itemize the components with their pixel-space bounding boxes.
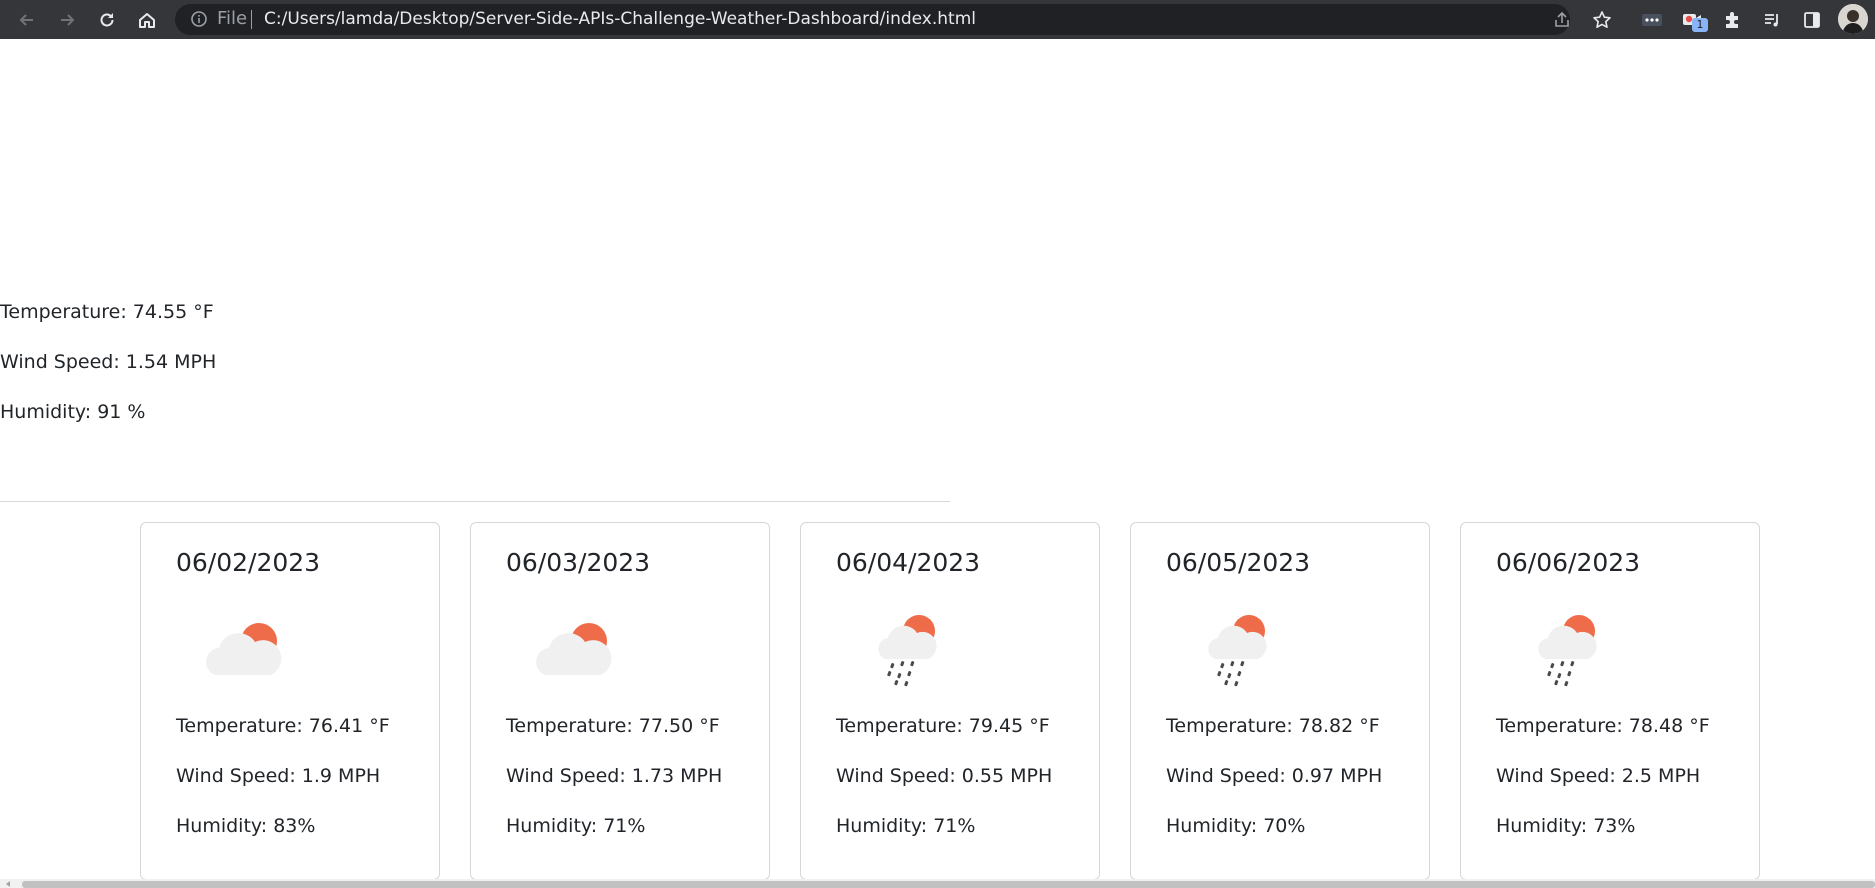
forecast-date: 06/06/2023: [1496, 548, 1641, 577]
site-info-icon[interactable]: [188, 8, 210, 30]
forward-arrow-icon: [61, 14, 75, 26]
forecast-humidity: Humidity: 73%: [1496, 815, 1636, 837]
forecast-card: 06/02/2023 Temperature: 76.41 °F Wind Sp…: [140, 522, 440, 880]
forecast-date: 06/03/2023: [506, 548, 651, 577]
reload-icon: [100, 13, 114, 27]
current-weather: Temperature: 74.55 °F Wind Speed: 1.54 M…: [0, 300, 216, 450]
side-panel-button[interactable]: [1798, 6, 1826, 34]
forecast-card: 06/03/2023 Temperature: 77.50 °F Wind Sp…: [470, 522, 770, 880]
bookmark-button[interactable]: [1588, 6, 1616, 34]
side-panel-icon: [1804, 12, 1820, 28]
forecast-humidity: Humidity: 83%: [176, 815, 316, 837]
section-divider: [0, 501, 950, 502]
reload-button[interactable]: [92, 5, 122, 35]
extension-badge: 1: [1692, 18, 1708, 32]
horizontal-scrollbar-thumb[interactable]: [22, 881, 1875, 888]
back-button[interactable]: [12, 5, 42, 35]
forward-button[interactable]: [52, 5, 82, 35]
browser-toolbar: File C:/Users/lamda/Desktop/Server-Side-…: [0, 0, 1875, 39]
current-humidity: Humidity: 91 %: [0, 401, 146, 423]
star-icon: [1593, 11, 1611, 28]
current-wind-speed: Wind Speed: 1.54 MPH: [0, 351, 217, 373]
media-button[interactable]: [1758, 6, 1786, 34]
forecast-wind-speed: Wind Speed: 0.97 MPH: [1166, 765, 1383, 787]
forecast-card: 06/06/2023 Temperature: 78.48 °F Wind Sp…: [1460, 522, 1760, 880]
forecast-temperature: Temperature: 78.82 °F: [1166, 715, 1380, 737]
forecast-card: 06/04/2023 Temperature: 79.45 °F Wind Sp…: [800, 522, 1100, 880]
forecast-temperature: Temperature: 77.50 °F: [506, 715, 720, 737]
forecast-temperature: Temperature: 76.41 °F: [176, 715, 390, 737]
home-button[interactable]: [132, 5, 162, 35]
extensions-button[interactable]: [1718, 6, 1746, 34]
forecast-date: 06/02/2023: [176, 548, 321, 577]
forecast-card: 06/05/2023 Temperature: 78.82 °F Wind Sp…: [1130, 522, 1430, 880]
forecast-wind-speed: Wind Speed: 1.9 MPH: [176, 765, 381, 787]
profile-avatar[interactable]: [1838, 4, 1868, 34]
forecast-humidity: Humidity: 70%: [1166, 815, 1306, 837]
forecast-wind-speed: Wind Speed: 0.55 MPH: [836, 765, 1053, 787]
home-icon: [139, 13, 155, 28]
forecast-wind-speed: Wind Speed: 1.73 MPH: [506, 765, 723, 787]
forecast-humidity: Humidity: 71%: [836, 815, 976, 837]
rain-sun-icon: [1538, 615, 1597, 687]
puzzle-icon: [1726, 12, 1738, 28]
media-queue-icon: [1765, 14, 1778, 27]
forecast-humidity: Humidity: 71%: [506, 815, 646, 837]
profile-photo-icon: [1838, 4, 1868, 34]
dots-extension-icon: [1642, 14, 1662, 26]
back-arrow-icon: [19, 14, 33, 26]
url-text[interactable]: C:/Users/lamda/Desktop/Server-Side-APIs-…: [264, 6, 976, 32]
extension-dots-button[interactable]: [1638, 6, 1666, 34]
share-icon: [1555, 11, 1569, 27]
forecast-wind-speed: Wind Speed: 2.5 MPH: [1496, 765, 1701, 787]
address-separator: [251, 10, 252, 29]
current-temperature: Temperature: 74.55 °F: [0, 301, 214, 323]
share-button[interactable]: [1548, 6, 1576, 34]
scroll-left-arrow-icon[interactable]: [4, 880, 12, 888]
rain-sun-icon: [878, 615, 937, 687]
forecast-date: 06/05/2023: [1166, 548, 1311, 577]
forecast-temperature: Temperature: 79.45 °F: [836, 715, 1050, 737]
partly-cloudy-sun-icon: [206, 623, 282, 675]
partly-cloudy-sun-icon: [536, 623, 612, 675]
forecast-temperature: Temperature: 78.48 °F: [1496, 715, 1710, 737]
rain-sun-icon: [1208, 615, 1267, 687]
forecast-date: 06/04/2023: [836, 548, 981, 577]
file-scheme-label: File: [217, 8, 248, 29]
